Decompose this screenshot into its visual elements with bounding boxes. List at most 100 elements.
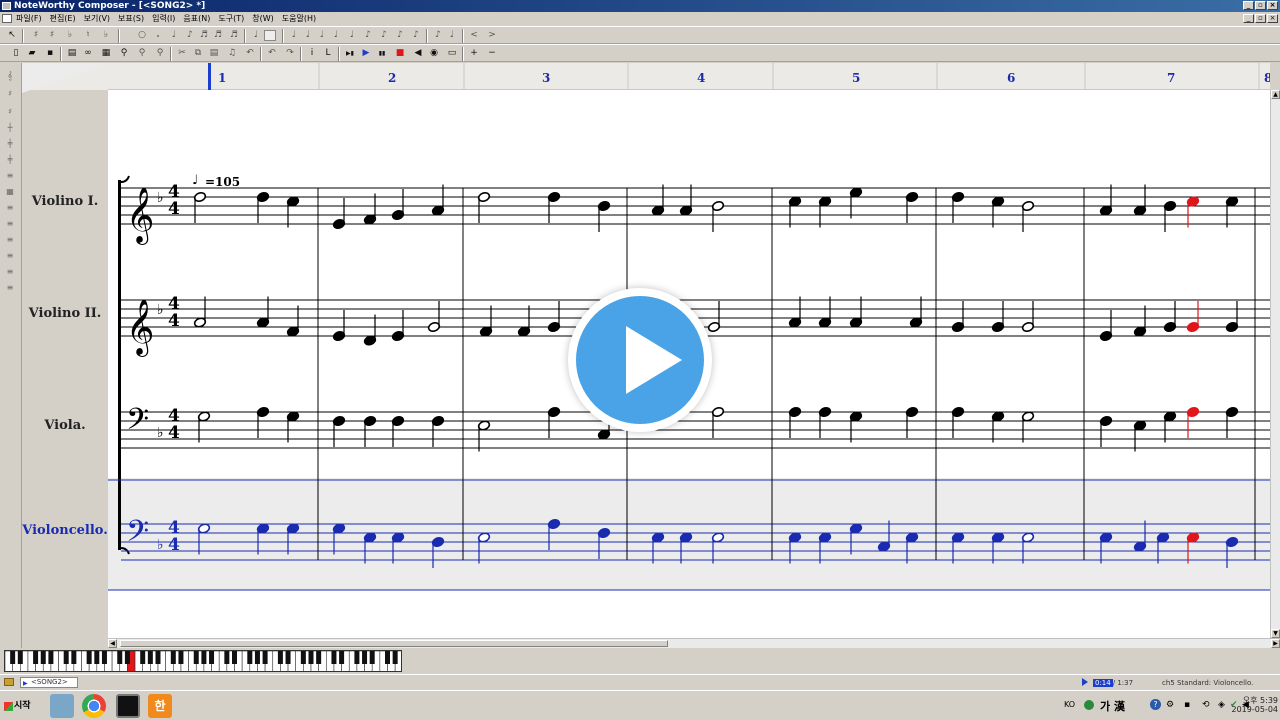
scroll-up-button[interactable]: ▲ (1271, 90, 1280, 99)
crescendo-icon[interactable]: < (468, 30, 480, 41)
copy-icon[interactable]: ⧉ (192, 48, 204, 59)
black-key[interactable] (354, 651, 360, 664)
save-icon[interactable]: ▪ (44, 48, 56, 59)
undo-history-icon[interactable]: ↶ (244, 48, 256, 59)
note[interactable] (597, 200, 611, 232)
half-note-icon[interactable]: 𝅗 (152, 30, 164, 41)
note[interactable] (1099, 415, 1113, 447)
note[interactable] (905, 532, 919, 564)
note[interactable] (197, 411, 211, 443)
noteworthy-app-icon[interactable] (116, 694, 140, 718)
palette-text-icon[interactable]: ╪ (3, 155, 17, 165)
note[interactable] (905, 191, 919, 223)
pause-icon[interactable]: ▮▮ (376, 48, 388, 59)
black-key[interactable] (63, 651, 69, 664)
note[interactable] (431, 536, 445, 568)
start-button[interactable]: 시작 (2, 695, 38, 717)
note[interactable] (479, 305, 493, 338)
note[interactable] (1133, 520, 1147, 553)
status-play-icon[interactable] (1082, 678, 1088, 686)
note[interactable] (1133, 420, 1147, 452)
note[interactable] (1021, 411, 1035, 443)
note[interactable] (332, 198, 346, 230)
folder-icon[interactable] (4, 678, 14, 686)
note[interactable] (363, 532, 377, 564)
black-key[interactable] (316, 651, 322, 664)
tray-control-icon[interactable]: ⚙ (1166, 700, 1174, 710)
staff-label-violino-1[interactable]: Violino I. (22, 194, 108, 209)
select-tool-icon[interactable]: ↖ (6, 30, 18, 41)
note[interactable] (788, 196, 802, 228)
ruler-measure-1[interactable]: 1 (218, 71, 226, 85)
zoom-in-icon[interactable]: + (468, 48, 480, 59)
note[interactable] (1163, 200, 1177, 232)
play-from-start-icon[interactable]: ▶▮ (344, 48, 356, 59)
black-key[interactable] (17, 651, 23, 664)
document-icon[interactable] (2, 14, 12, 23)
note[interactable] (517, 305, 531, 338)
thirtysecond-note-icon[interactable]: ♬ (212, 30, 224, 41)
ruler-measure-3[interactable]: 3 (542, 71, 550, 85)
flat-icon[interactable]: ♭ (64, 30, 76, 41)
menu-insert[interactable]: 입력(I) (152, 13, 175, 24)
note[interactable] (905, 406, 919, 438)
note[interactable] (1186, 532, 1200, 564)
note[interactable] (363, 415, 377, 447)
black-key[interactable] (224, 651, 230, 664)
play-icon[interactable]: ▶ (360, 48, 372, 59)
black-key[interactable] (140, 651, 146, 664)
black-key[interactable] (339, 651, 345, 664)
note[interactable] (1225, 536, 1239, 568)
stop-icon[interactable]: ■ (394, 48, 406, 59)
whole-note-icon[interactable]: ○ (136, 30, 148, 41)
print-icon[interactable]: ▤ (66, 48, 78, 59)
note[interactable] (818, 406, 832, 438)
menu-staff[interactable]: 보표(S) (118, 13, 144, 24)
close-button[interactable]: × (1267, 1, 1278, 10)
note[interactable] (391, 310, 405, 342)
note[interactable] (849, 411, 863, 443)
palette-key-icon[interactable]: ♯ (3, 89, 17, 99)
black-key[interactable] (285, 651, 291, 664)
note[interactable] (391, 532, 405, 564)
info-icon[interactable]: i (306, 48, 318, 59)
speaker-icon[interactable]: ◀ (412, 48, 424, 59)
scroll-right-button[interactable]: ▶ (1271, 639, 1280, 648)
doc-close-button[interactable]: × (1267, 14, 1278, 23)
palette-mpc-icon[interactable]: ≡ (3, 267, 17, 277)
note[interactable] (1163, 301, 1177, 333)
note[interactable] (193, 191, 207, 223)
note[interactable] (547, 191, 561, 223)
note[interactable] (391, 415, 405, 447)
note[interactable] (1021, 532, 1035, 564)
note[interactable] (1186, 301, 1200, 333)
help-icon[interactable]: ? (1150, 699, 1161, 710)
minimize-button[interactable]: _ (1243, 1, 1254, 10)
song-tab[interactable]: ▶ <SONG2> (20, 677, 78, 688)
note[interactable] (849, 187, 863, 219)
instrument-icon[interactable]: ◉ (428, 48, 440, 59)
note[interactable] (256, 523, 270, 555)
note[interactable] (1021, 301, 1035, 333)
note[interactable] (788, 296, 802, 329)
rest-icon[interactable] (264, 30, 276, 41)
note[interactable] (597, 527, 611, 559)
palette-dynamics-icon[interactable]: ≡ (3, 171, 17, 181)
ruler-measure-5[interactable]: 5 (852, 71, 860, 85)
palette-flow-icon[interactable]: ≡ (3, 251, 17, 261)
dotted-icon[interactable]: ♩ (250, 30, 262, 41)
clip-icon[interactable]: ♫ (226, 48, 238, 59)
note[interactable] (363, 314, 377, 347)
undo-icon[interactable]: ↶ (266, 48, 278, 59)
black-key[interactable] (247, 651, 253, 664)
note[interactable] (1225, 406, 1239, 438)
note[interactable] (547, 301, 561, 333)
hangul-app-icon[interactable]: 한 (148, 694, 172, 718)
note[interactable] (711, 200, 725, 232)
black-key[interactable] (369, 651, 375, 664)
menu-tools[interactable]: 도구(T) (218, 13, 244, 24)
black-key[interactable] (48, 651, 54, 664)
tray-shield-icon[interactable]: ◈ (1218, 700, 1225, 710)
black-key[interactable] (155, 651, 161, 664)
doc-minimize-button[interactable]: _ (1243, 14, 1254, 23)
